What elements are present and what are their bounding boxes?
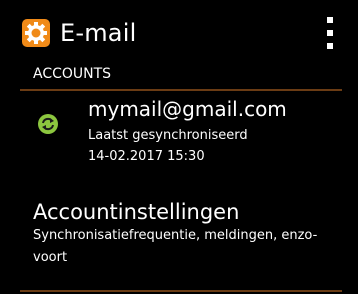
account-email: mymail@gmail.com [88, 97, 287, 121]
accounts-section-header: ACCOUNTS [0, 62, 358, 90]
account-settings-description: Synchronisatiefrequentie, meldingen, enz… [33, 228, 318, 265]
account-list-item[interactable]: mymail@gmail.com Laatst gesynchroniseerd… [0, 91, 358, 171]
email-screen: E-mail ACCOUNTS mymail@gmail.com Laatst … [0, 0, 358, 294]
app-title: E-mail [60, 19, 137, 47]
overflow-menu-icon[interactable] [322, 17, 338, 49]
bottom-divider [20, 290, 342, 292]
settings-gear-icon[interactable] [22, 19, 50, 47]
account-sync-time: 14-02.2017 15:30 [88, 149, 205, 164]
sync-icon [38, 114, 58, 134]
account-sync-label: Laatst gesynchroniseerd [88, 128, 248, 143]
action-bar: E-mail [0, 0, 358, 62]
account-settings-title: Accountinstellingen [33, 200, 240, 224]
section-header-label: ACCOUNTS [33, 66, 112, 82]
account-settings-item[interactable]: Accountinstellingen Synchronisatiefreque… [0, 195, 358, 275]
